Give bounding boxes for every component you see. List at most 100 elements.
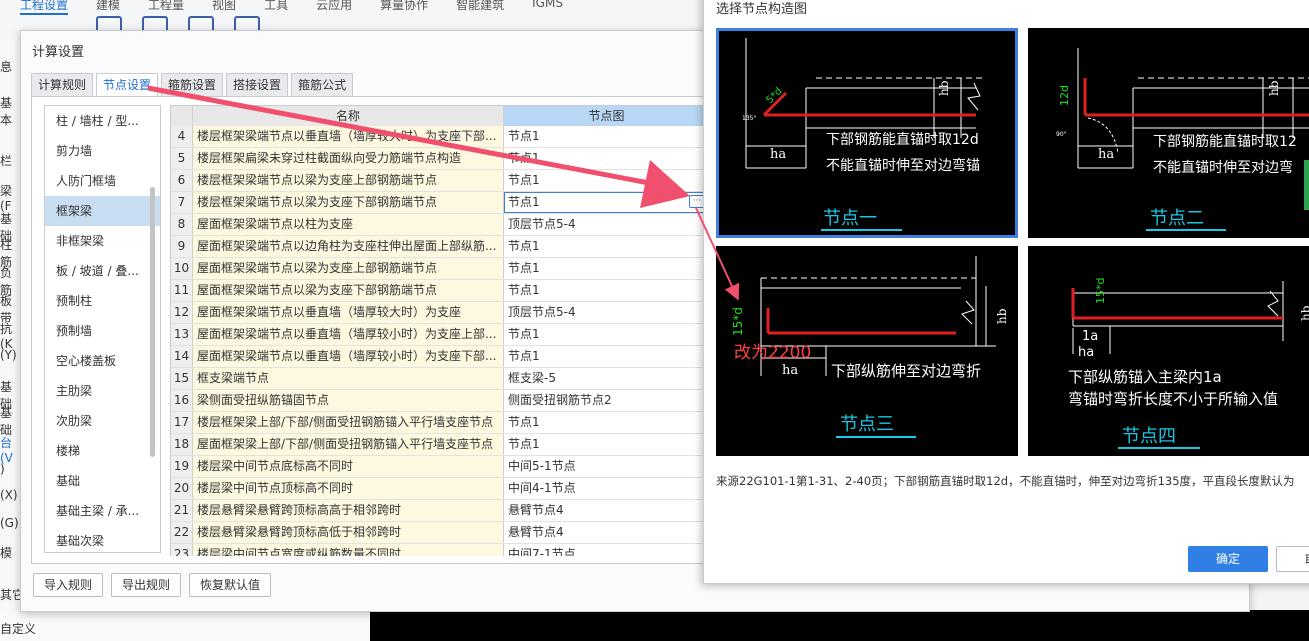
node-tile-2[interactable]: 12d 90° ha hb 下部钢筋能直锚时取12 不能直锚时伸至对边弯 节点二 <box>1028 28 1309 238</box>
tab-2[interactable]: 节点设置 <box>96 73 159 97</box>
row-node-cell[interactable]: 悬臂节点4 <box>504 500 709 521</box>
left-strip-item[interactable]: 梁(F <box>0 182 20 213</box>
header-name[interactable]: 名称 <box>193 106 504 126</box>
table-row[interactable]: 6 楼层框架梁端节点以梁为支座上部钢筋端节点 节点1 <box>171 170 711 192</box>
table-row[interactable]: 9 屋面框架梁端节点以边角柱为支座柱伸出屋面上部纵筋... 节点1 <box>171 236 711 258</box>
table-row[interactable]: 10 屋面框架梁端节点以梁为支座上部钢筋端节点 节点1 <box>171 258 711 280</box>
row-node-cell[interactable]: 节点1 <box>504 258 709 279</box>
row-node-cell[interactable]: 节点1 <box>504 280 709 301</box>
table-row[interactable]: 5 楼层框架扁梁未穿过柱截面纵向受力筋端节点构造 节点1 <box>171 148 711 170</box>
table-row[interactable]: 4 楼层框架梁端节点以垂直墙（墙厚较大时）为支座下部... 节点1 <box>171 126 711 148</box>
node-2-caption: 节点二 <box>1150 208 1204 229</box>
ok-button[interactable]: 确定 <box>1188 546 1268 572</box>
left-strip-item[interactable]: 栏 <box>0 152 12 169</box>
category-item[interactable]: 主肋梁 <box>45 376 160 406</box>
category-item[interactable]: 人防门框墙 <box>45 166 160 196</box>
left-strip-item[interactable]: (G) <box>0 516 19 530</box>
ribbon-menu: 工程设置 建模 工程量 视图 工具 云应用 算量协作 智能建筑 IGMS <box>20 0 563 15</box>
cancel-button[interactable]: 取 <box>1276 546 1309 572</box>
row-number: 23 <box>171 544 193 556</box>
row-node-cell[interactable]: 节点1 <box>504 324 709 345</box>
left-strip-item[interactable]: 模 <box>0 544 12 561</box>
table-row[interactable]: 21 楼层悬臂梁悬臂跨顶标高高于相邻跨时 悬臂节点4 <box>171 500 711 522</box>
ribbon-menu-item[interactable]: 工程量 <box>148 0 184 15</box>
row-node-cell[interactable]: 悬臂节点4 <box>504 522 709 543</box>
category-item[interactable]: 框架梁 <box>45 196 160 226</box>
category-item[interactable]: 预制墙 <box>45 316 160 346</box>
node-tile-3[interactable]: 15*d 改为2200 ha hb 下部纵筋伸至对边弯折 节点三 <box>716 246 1018 456</box>
table-row[interactable]: 11 屋面框架梁端节点以梁为支座下部钢筋端节点 节点1 <box>171 280 711 302</box>
table-row[interactable]: 17 楼层框架梁上部/下部/侧面受扭钢筋锚入平行墙支座节点 节点1 <box>171 412 711 434</box>
row-node-cell[interactable]: 节点1 <box>504 346 709 367</box>
export-rules-button[interactable]: 导出规则 <box>111 573 182 597</box>
header-node[interactable]: 节点图 <box>504 106 709 126</box>
table-row[interactable]: 22 楼层悬臂梁悬臂跨顶标高低于相邻跨时 悬臂节点4 <box>171 522 711 544</box>
row-node-value: 节点1 <box>508 437 540 451</box>
row-node-cell[interactable]: 中间4-1节点 <box>504 478 709 499</box>
table-row[interactable]: 23 楼层梁中间节点宽度或纵筋数量不同时 中间7-1节点 <box>171 544 711 556</box>
ribbon-menu-item[interactable]: 云应用 <box>316 0 352 15</box>
left-strip-item[interactable]: (Y) <box>0 348 17 362</box>
row-node-cell[interactable]: 顶层节点5-4 <box>504 214 709 235</box>
ribbon-menu-item[interactable]: 工具 <box>264 0 288 15</box>
row-node-cell[interactable]: 框支梁-5 <box>504 368 709 389</box>
left-strip-item[interactable]: 基础 <box>0 404 20 438</box>
category-item[interactable]: 预制柱 <box>45 286 160 316</box>
row-node-cell[interactable]: 中间5-1节点 <box>504 456 709 477</box>
category-scrollbar[interactable] <box>150 187 155 457</box>
left-strip-item[interactable]: 基本 <box>0 94 20 128</box>
table-row[interactable]: 13 屋面框架梁端节点以垂直墙（墙厚较小时）为支座上部... 节点1 <box>171 324 711 346</box>
row-node-cell[interactable]: 节点1 ··· <box>504 192 709 213</box>
table-row[interactable]: 7 楼层框架梁端节点以梁为支座下部钢筋端节点 节点1 ··· <box>171 192 711 214</box>
node-tile-1[interactable]: 5*d 135° ha hb 下部钢筋能直锚时取12d 不能直锚时伸至对边弯锚 … <box>716 28 1018 238</box>
tab-1[interactable]: 计算规则 <box>31 73 94 97</box>
ribbon-menu-item[interactable]: 工程设置 <box>20 0 69 15</box>
category-item[interactable]: 基础主梁 / 承... <box>45 496 160 526</box>
category-item[interactable]: 基础 <box>45 466 160 496</box>
left-strip-item[interactable]: 息 <box>0 58 12 75</box>
row-node-cell[interactable]: 节点1 <box>504 434 709 455</box>
left-strip-item[interactable]: 抗(K <box>0 320 20 351</box>
table-row[interactable]: 15 框支梁端节点 框支梁-5 <box>171 368 711 390</box>
node-tile-4[interactable]: 15*d 1a ha hb 下部纵筋锚入主梁内1a 弯锚时弯折长度不小于所输入值… <box>1028 246 1309 456</box>
category-item[interactable]: 次肋梁 <box>45 406 160 436</box>
category-item[interactable]: 柱 / 墙柱 / 型... <box>45 106 160 136</box>
table-row[interactable]: 12 屋面框架梁端节点以垂直墙（墙厚较大时）为支座 顶层节点5-4 <box>171 302 711 324</box>
left-strip-item[interactable]: ) <box>0 462 5 476</box>
tab-4[interactable]: 搭接设置 <box>226 73 289 97</box>
table-row[interactable]: 16 梁侧面受扭纵筋锚固节点 侧面受扭钢筋节点2 <box>171 390 711 412</box>
ribbon-menu-item[interactable]: 建模 <box>96 0 120 15</box>
row-node-cell[interactable]: 顶层节点5-4 <box>504 302 709 323</box>
table-row[interactable]: 19 楼层梁中间节点底标高不同时 中间5-1节点 <box>171 456 711 478</box>
row-node-cell[interactable]: 侧面受扭钢筋节点2 <box>504 390 709 411</box>
category-item[interactable]: 板 / 坡道 / 叠... <box>45 256 160 286</box>
row-node-cell[interactable]: 中间7-1节点 <box>504 544 709 556</box>
category-item[interactable]: 非框架梁 <box>45 226 160 256</box>
row-node-cell[interactable]: 节点1 <box>504 148 709 169</box>
left-strip-item[interactable]: (X) <box>0 488 18 502</box>
import-rules-button[interactable]: 导入规则 <box>33 573 104 597</box>
node-1-line2: 不能直锚时伸至对边弯锚 <box>826 157 980 174</box>
table-row[interactable]: 8 屋面框架梁端节点以柱为支座 顶层节点5-4 <box>171 214 711 236</box>
tab-3[interactable]: 箍筋设置 <box>161 73 224 97</box>
left-strip-item[interactable]: 台(V <box>0 434 20 465</box>
row-node-cell[interactable]: 节点1 <box>504 236 709 257</box>
ribbon-menu-item[interactable]: IGMS <box>532 0 563 15</box>
table-row[interactable]: 14 屋面框架梁端节点以垂直墙（墙厚较小时）为支座下部... 节点1 <box>171 346 711 368</box>
ribbon-menu-item[interactable]: 算量协作 <box>380 0 428 15</box>
category-item[interactable]: 空心楼盖板 <box>45 346 160 376</box>
row-node-cell[interactable]: 节点1 <box>504 170 709 191</box>
table-row[interactable]: 20 楼层梁中间节点顶标高不同时 中间4-1节点 <box>171 478 711 500</box>
restore-defaults-button[interactable]: 恢复默认值 <box>189 573 272 597</box>
canvas-area <box>370 610 1309 641</box>
table-row[interactable]: 18 屋面框架梁上部/下部/侧面受扭钢筋锚入平行墙支座节点 节点1 <box>171 434 711 456</box>
row-node-cell[interactable]: 节点1 <box>504 412 709 433</box>
ribbon-menu-item[interactable]: 智能建筑 <box>456 0 504 15</box>
tab-5[interactable]: 箍筋公式 <box>291 73 354 97</box>
bottom-left-item[interactable]: 自定义 <box>0 620 36 637</box>
category-item[interactable]: 楼梯 <box>45 436 160 466</box>
category-item[interactable]: 剪力墙 <box>45 136 160 166</box>
ribbon-menu-item[interactable]: 视图 <box>212 0 236 15</box>
row-node-cell[interactable]: 节点1 <box>504 126 709 147</box>
category-item[interactable]: 基础次梁 <box>45 526 160 552</box>
